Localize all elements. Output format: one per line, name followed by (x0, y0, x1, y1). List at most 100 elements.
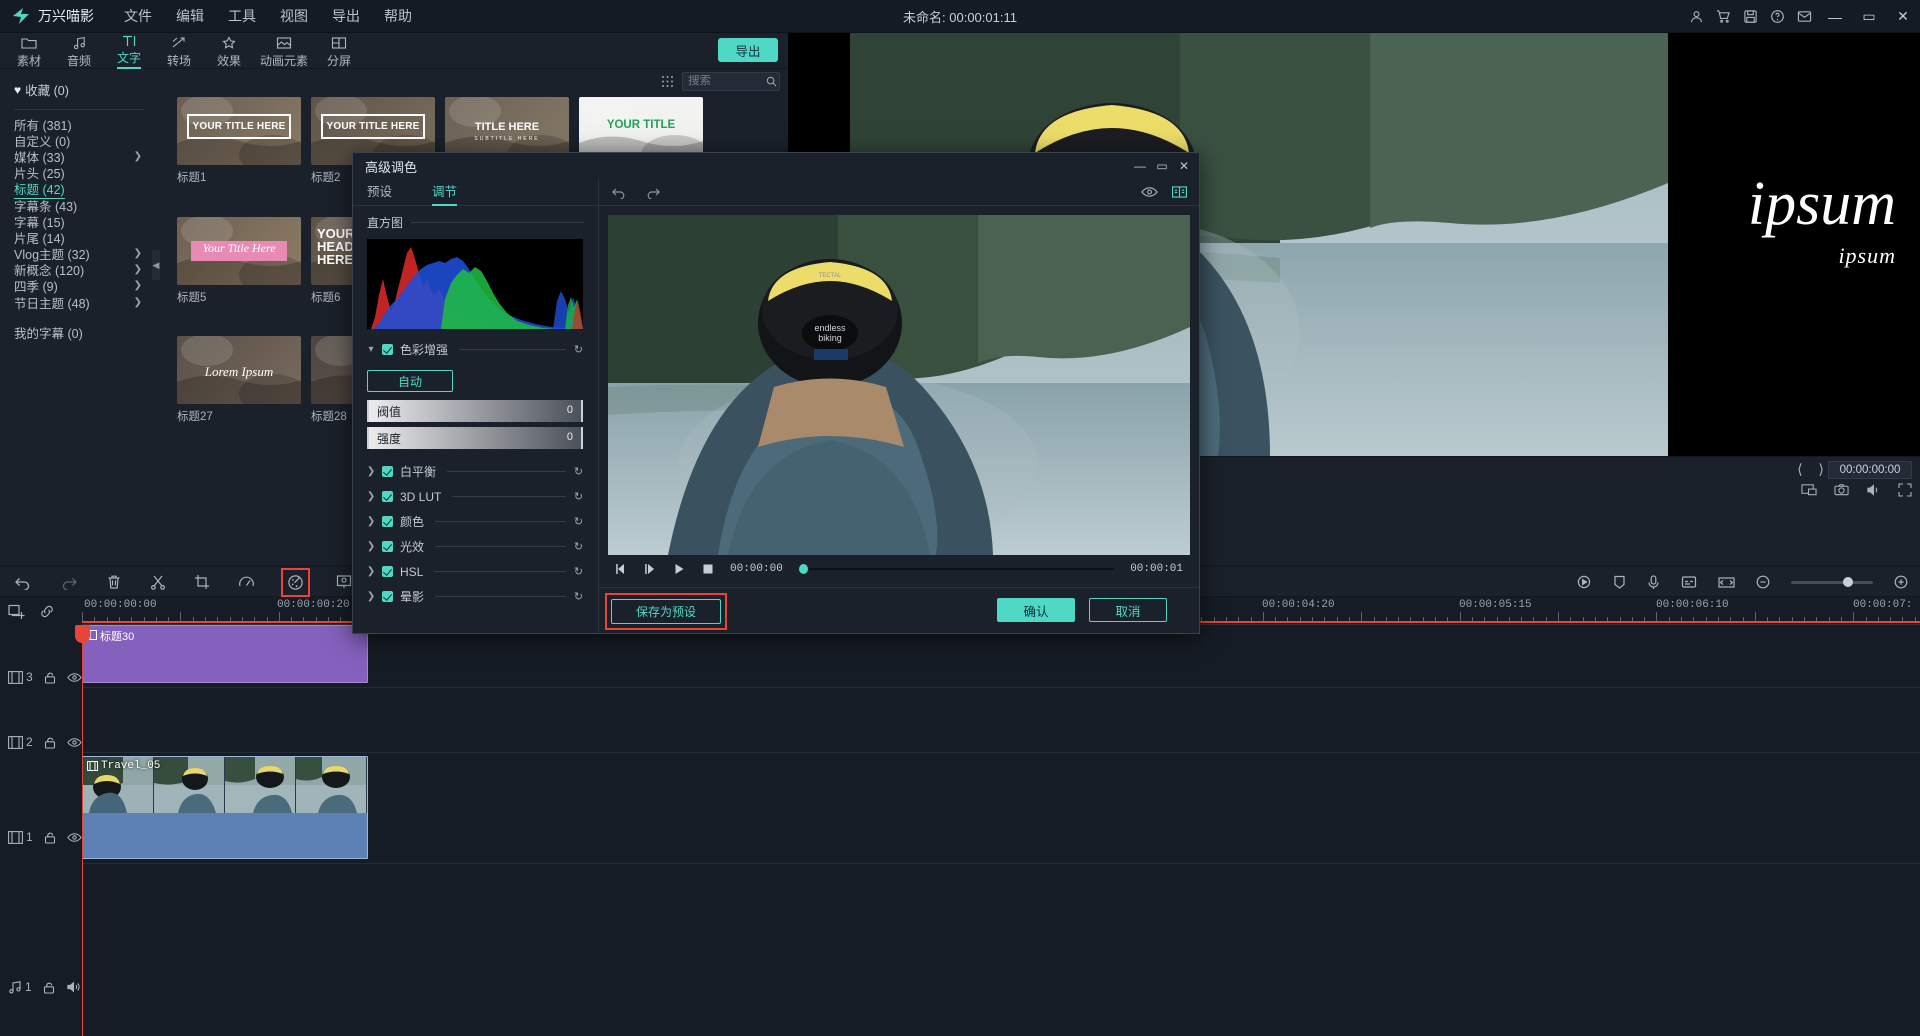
timeline-title-clip[interactable]: 标题30 (82, 625, 368, 683)
search-box[interactable] (682, 72, 780, 91)
voiceover-icon[interactable] (1647, 575, 1660, 590)
adjust-group-5[interactable]: ❯晕影↻ (353, 584, 598, 609)
zoom-out-icon[interactable] (1756, 575, 1770, 589)
group-checkbox[interactable] (382, 516, 393, 527)
adjust-group-4[interactable]: ❯HSL↻ (353, 559, 598, 584)
timeline-video-clip[interactable]: Travel_05 (82, 756, 368, 859)
sidebar-item-6[interactable]: 字幕 (15) (0, 213, 152, 229)
sidebar-item-8[interactable]: Vlog主题 (32)❯ (0, 246, 152, 262)
save-preset-button[interactable]: 保存为预设 (611, 599, 721, 624)
reset-icon[interactable]: ↻ (573, 343, 584, 356)
tab-media[interactable]: 素材 (4, 33, 54, 69)
account-icon[interactable] (1683, 0, 1710, 33)
delete-icon[interactable] (106, 574, 122, 590)
sidebar-item-0[interactable]: 所有 (381) (0, 116, 152, 132)
sidebar-item-2[interactable]: 媒体 (33)❯ (0, 148, 152, 164)
window-minimize-button[interactable]: — (1818, 0, 1852, 33)
preview-timecode[interactable]: 00:00:00:00 (1828, 461, 1912, 479)
help-circle-icon[interactable] (1764, 0, 1791, 33)
dialog-maximize-button[interactable]: ▭ (1151, 153, 1173, 179)
unlock-icon[interactable] (44, 736, 56, 749)
chevron-right-icon[interactable]: ❯ (367, 591, 375, 602)
adjust-group-0[interactable]: ❯白平衡↻ (353, 459, 598, 484)
auto-subtitle-icon[interactable] (1681, 575, 1697, 589)
chevron-right-icon[interactable]: ❯ (134, 264, 142, 275)
scissors-icon[interactable] (150, 574, 166, 590)
speaker-icon[interactable] (66, 981, 81, 993)
menu-edit[interactable]: 编辑 (164, 6, 216, 26)
sidebar-item-10[interactable]: 四季 (9)❯ (0, 278, 152, 294)
reset-icon[interactable]: ↻ (573, 540, 584, 553)
intensity-slider[interactable]: 强度 0 (367, 427, 583, 449)
threshold-slider[interactable]: 阀值 0 (367, 400, 583, 422)
undo-icon[interactable] (14, 574, 32, 590)
window-maximize-button[interactable]: ▭ (1852, 0, 1886, 33)
reset-icon[interactable]: ↻ (573, 465, 584, 478)
sidebar-item-11[interactable]: 节日主题 (48)❯ (0, 294, 152, 310)
tab-effects[interactable]: 效果 (204, 33, 254, 69)
zoom-slider-knob[interactable] (1843, 577, 1853, 587)
dialog-seek-bar[interactable] (799, 568, 1114, 570)
sidebar-item-7[interactable]: 片尾 (14) (0, 229, 152, 245)
window-close-button[interactable]: ✕ (1886, 0, 1920, 33)
tab-transition[interactable]: 转场 (154, 33, 204, 69)
notification-icon[interactable] (1791, 0, 1818, 33)
tab-adjust[interactable]: 调节 (432, 179, 457, 206)
link-icon[interactable] (39, 604, 55, 619)
cart-icon[interactable] (1710, 0, 1737, 33)
color-enhance-checkbox[interactable] (382, 344, 393, 355)
color-enhance-row[interactable]: ▾ 色彩增强 ↻ (353, 337, 598, 362)
eye-icon[interactable] (67, 737, 82, 748)
crop-icon[interactable] (194, 574, 210, 590)
export-button[interactable]: 导出 (718, 38, 778, 62)
snapshot-icon[interactable] (1834, 483, 1849, 497)
menu-help[interactable]: 帮助 (372, 6, 424, 26)
group-checkbox[interactable] (382, 566, 393, 577)
undo-icon[interactable] (611, 185, 627, 199)
adjust-group-2[interactable]: ❯颜色↻ (353, 509, 598, 534)
chevron-right-icon[interactable]: ❯ (367, 491, 375, 502)
volume-icon[interactable] (1866, 483, 1881, 497)
group-checkbox[interactable] (382, 591, 393, 602)
adjust-group-3[interactable]: ❯光效↻ (353, 534, 598, 559)
chevron-right-icon[interactable]: ❯ (367, 566, 375, 577)
eye-icon[interactable] (67, 672, 82, 683)
compare-icon[interactable] (1172, 186, 1187, 198)
group-checkbox[interactable] (382, 491, 393, 502)
confirm-button[interactable]: 确认 (997, 598, 1075, 622)
marker-icon[interactable] (1613, 575, 1626, 589)
green-screen-icon[interactable] (336, 574, 352, 590)
reset-icon[interactable]: ↻ (573, 490, 584, 503)
tab-text[interactable]: 文字 (104, 33, 154, 69)
menu-tools[interactable]: 工具 (216, 6, 268, 26)
reset-icon[interactable]: ↻ (573, 565, 584, 578)
chevron-right-icon[interactable]: ❯ (367, 516, 375, 527)
search-input[interactable] (688, 75, 762, 87)
chevron-right-icon[interactable]: ❯ (367, 466, 375, 477)
chevron-down-icon[interactable]: ▾ (367, 344, 375, 355)
unlock-icon[interactable] (44, 831, 56, 844)
chevron-right-icon[interactable]: ❯ (367, 541, 375, 552)
redo-icon[interactable] (645, 185, 661, 199)
chevron-right-icon[interactable]: ❯ (134, 248, 142, 259)
sidebar-item-4[interactable]: 标题 (42) (0, 181, 152, 197)
prev-frame-icon[interactable] (615, 563, 628, 575)
tab-audio[interactable]: 音频 (54, 33, 104, 69)
next-frame-icon[interactable] (644, 563, 657, 575)
sidebar-collapse-handle[interactable]: ◀ (152, 250, 160, 280)
grid-view-icon[interactable] (661, 75, 674, 88)
add-track-icon[interactable] (8, 604, 25, 619)
menu-view[interactable]: 视图 (268, 6, 320, 26)
reset-icon[interactable]: ↻ (573, 590, 584, 603)
auto-button[interactable]: 自动 (367, 370, 453, 392)
menu-file[interactable]: 文件 (112, 6, 164, 26)
template-thumbnail[interactable]: Lorem Ipsum (177, 336, 301, 404)
adjust-group-1[interactable]: ❯3D LUT↻ (353, 484, 598, 509)
unlock-icon[interactable] (44, 671, 56, 684)
tab-split-screen[interactable]: 分屏 (314, 33, 364, 69)
sidebar-item-1[interactable]: 自定义 (0) (0, 132, 152, 148)
chevron-right-icon[interactable]: ❯ (134, 280, 142, 291)
zoom-slider[interactable] (1791, 581, 1873, 584)
playhead-knob[interactable] (75, 625, 90, 643)
chevron-left-icon[interactable]: ⟨ (1797, 461, 1802, 478)
